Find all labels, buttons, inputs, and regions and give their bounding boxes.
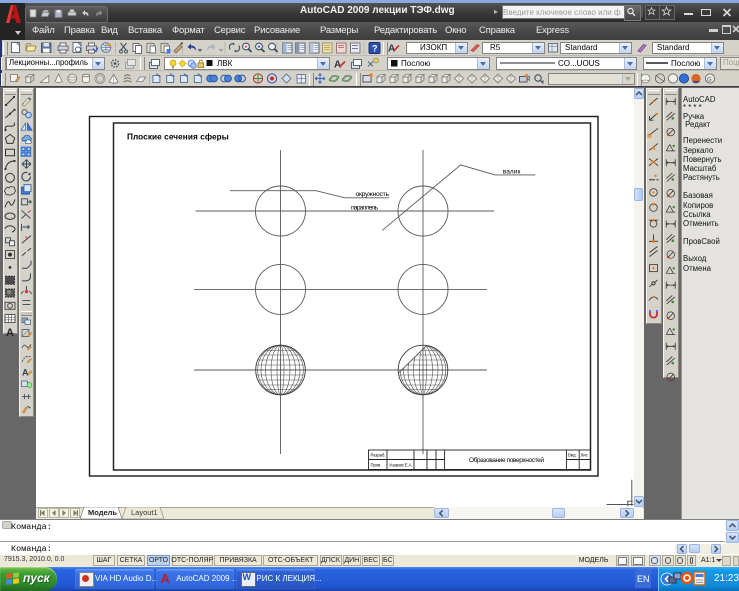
svg-text:+: + <box>244 45 247 51</box>
svg-text:A: A <box>6 327 14 339</box>
svg-text:A: A <box>388 44 395 55</box>
svg-text:A: A <box>334 60 341 71</box>
svg-text:+: + <box>257 45 260 51</box>
svg-text:A: A <box>22 367 29 377</box>
svg-text:G: G <box>707 78 712 84</box>
svg-text:?: ? <box>372 44 378 54</box>
